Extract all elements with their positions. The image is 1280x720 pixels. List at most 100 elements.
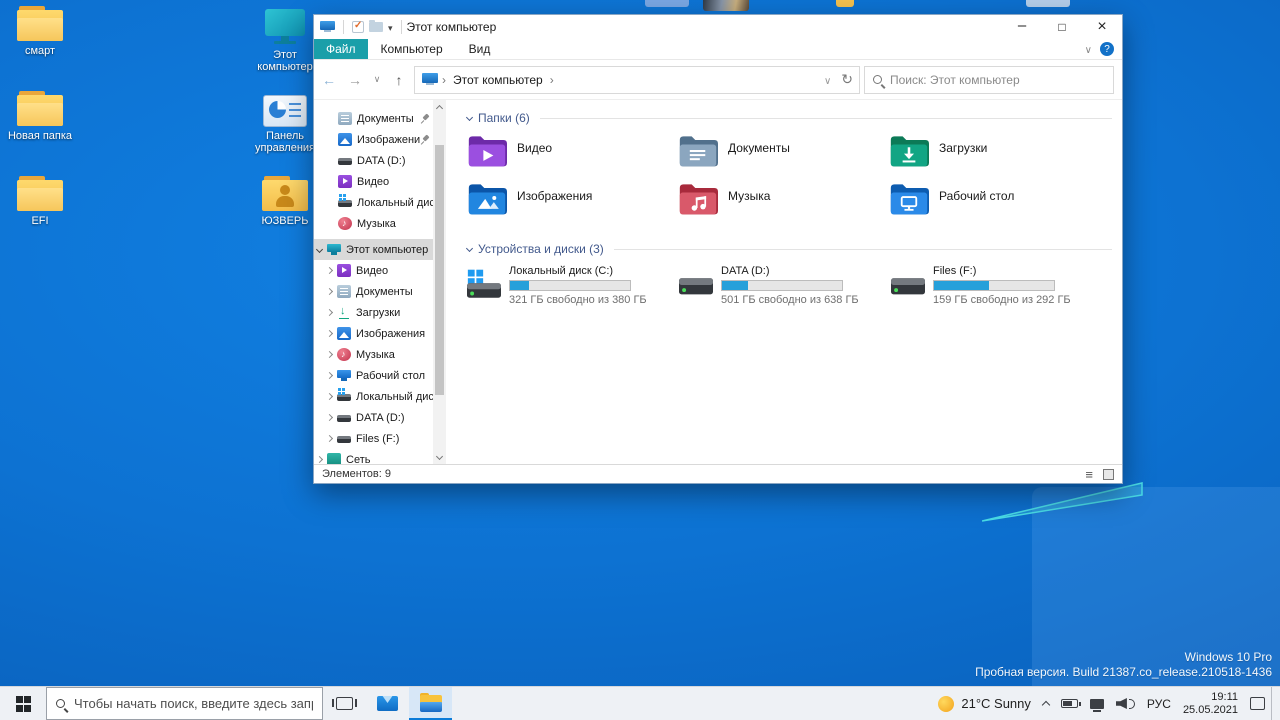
breadcrumb-chevron-icon[interactable] [442, 71, 446, 89]
sidebar-item-music[interactable]: Музыка [314, 213, 433, 234]
back-button[interactable]: ← [318, 69, 340, 91]
desktop-icon-control-panel[interactable]: Панель управления [247, 95, 323, 154]
folder-tile-pictures[interactable]: Изображения [467, 181, 678, 229]
drive-tile-d[interactable]: DATA (D:) 501 ГБ свободно из 638 ГБ [679, 265, 891, 306]
tray-overflow-button[interactable] [1037, 687, 1055, 720]
recent-locations-dropdown[interactable]: ∨ [370, 69, 384, 91]
sidebar-item-pictures[interactable]: Изображени [314, 129, 433, 150]
chevron-right-icon[interactable] [325, 350, 334, 359]
chevron-right-icon[interactable] [325, 308, 334, 317]
folder-tile-downloads[interactable]: Загрузки [889, 133, 1100, 181]
sidebar-item-downloads[interactable]: Загрузки [314, 302, 433, 323]
help-icon[interactable]: ? [1100, 42, 1114, 56]
sidebar-item-videos[interactable]: Видео [314, 171, 433, 192]
sidebar-item-files-f[interactable]: Files (F:) [314, 428, 433, 449]
desktop-icon-this-pc[interactable]: Этот компьютер [247, 8, 323, 73]
explorer-search-box[interactable] [864, 65, 1114, 94]
up-button[interactable]: ↑ [388, 69, 410, 91]
watermark-line1: Windows 10 Pro [1184, 650, 1272, 664]
folder-tile-desktop[interactable]: Рабочий стол [889, 181, 1100, 229]
chevron-right-icon[interactable] [325, 434, 334, 443]
sidebar-item-music[interactable]: Музыка [314, 344, 433, 365]
sidebar-item-this-pc[interactable]: Этот компьютер [314, 239, 433, 260]
item-count: Элементов: 9 [322, 468, 391, 480]
drive-tile-c[interactable]: Локальный диск (C:) 321 ГБ свободно из 3… [467, 265, 679, 306]
scrollbar-down-arrow[interactable] [433, 451, 446, 464]
desktop-icon-efi[interactable]: EFI [2, 176, 78, 227]
desktop-icon-user-folder[interactable]: ЮЗВЕРЬ [247, 176, 323, 227]
sidebar-item-desktop[interactable]: Рабочий стол [314, 365, 433, 386]
chevron-right-icon[interactable] [325, 329, 334, 338]
desktop-icon-new-folder[interactable]: Новая папка [2, 91, 78, 142]
task-view-button[interactable] [323, 687, 366, 720]
folder-tile-videos[interactable]: Видео [467, 133, 678, 181]
chevron-right-icon[interactable] [325, 287, 334, 296]
network-icon [327, 453, 341, 464]
this-pc-icon [422, 73, 438, 86]
explorer-window: Этот компьютер Файл Компьютер Вид ? ← → … [313, 14, 1123, 484]
minimize-button[interactable] [1002, 15, 1042, 39]
address-dropdown-icon[interactable] [824, 71, 831, 89]
desktop-icon-smart[interactable]: смарт [2, 6, 78, 57]
chevron-right-icon[interactable] [325, 371, 334, 380]
search-input[interactable] [890, 72, 1105, 87]
tab-file[interactable]: Файл [314, 39, 368, 59]
computer-icon [262, 8, 308, 46]
chevron-down-icon[interactable] [465, 113, 474, 121]
customize-toolbar-dropdown[interactable] [388, 18, 393, 36]
sidebar-item-data-d[interactable]: DATA (D:) [314, 407, 433, 428]
new-folder-button[interactable] [369, 20, 383, 32]
weather-widget[interactable]: 21°C Sunny [932, 687, 1037, 720]
volume-status[interactable] [1110, 687, 1141, 720]
group-header-folders[interactable]: Папки (6) [465, 110, 1112, 126]
maximize-button[interactable] [1042, 15, 1082, 39]
large-icons-view-button[interactable] [1103, 468, 1114, 480]
scrollbar-up-arrow[interactable] [433, 100, 446, 113]
chevron-right-icon[interactable] [315, 455, 324, 464]
folder-icon [17, 91, 63, 127]
sidebar-item-data-d[interactable]: DATA (D:) [314, 150, 433, 171]
chevron-right-icon[interactable] [325, 392, 334, 401]
sidebar-item-local-disk[interactable]: Локальный дис [314, 192, 433, 213]
breadcrumb-this-pc[interactable]: Этот компьютер [450, 73, 546, 87]
this-pc-icon [320, 20, 335, 34]
folder-tile-documents[interactable]: Документы [678, 133, 889, 181]
chevron-right-icon[interactable] [325, 266, 334, 275]
sidebar-scrollbar[interactable] [433, 100, 446, 464]
tab-view[interactable]: Вид [456, 39, 504, 59]
file-explorer-button[interactable] [409, 687, 452, 720]
taskbar-search-box[interactable] [46, 687, 323, 720]
clock[interactable]: 19:11 25.05.2021 [1177, 687, 1244, 720]
sidebar-item-documents[interactable]: Документы [314, 281, 433, 302]
refresh-icon[interactable] [841, 71, 853, 89]
chevron-down-icon[interactable] [465, 244, 474, 252]
scrollbar-thumb[interactable] [435, 145, 444, 395]
taskbar-search-input[interactable] [74, 696, 313, 711]
action-center-button[interactable] [1244, 687, 1271, 720]
sidebar-item-pictures[interactable]: Изображения [314, 323, 433, 344]
close-button[interactable] [1082, 15, 1122, 39]
chevron-down-icon[interactable] [315, 245, 324, 254]
details-view-button[interactable] [1085, 467, 1093, 482]
show-desktop-button[interactable] [1271, 686, 1276, 720]
folders-grid: Видео Документы Загрузки Изображения Муз… [467, 133, 1112, 229]
network-status[interactable] [1084, 687, 1110, 720]
properties-button[interactable] [352, 20, 364, 33]
chevron-right-icon[interactable] [325, 413, 334, 422]
drive-tile-f[interactable]: Files (F:) 159 ГБ свободно из 292 ГБ [891, 265, 1103, 306]
forward-button[interactable]: → [344, 69, 366, 91]
mail-app-button[interactable] [366, 687, 409, 720]
start-button[interactable] [0, 687, 46, 720]
breadcrumb-chevron-icon[interactable] [550, 71, 554, 89]
tab-computer[interactable]: Компьютер [368, 39, 456, 59]
sidebar-item-network[interactable]: Сеть [314, 449, 433, 464]
sidebar-item-videos[interactable]: Видео [314, 260, 433, 281]
address-bar[interactable]: Этот компьютер [414, 65, 860, 94]
folder-tile-music[interactable]: Музыка [678, 181, 889, 229]
sidebar-item-documents[interactable]: Документы [314, 108, 433, 129]
battery-status[interactable] [1055, 687, 1084, 720]
sidebar-item-local-disk[interactable]: Локальный диск [314, 386, 433, 407]
ribbon-collapse-icon[interactable] [1085, 40, 1092, 58]
language-indicator[interactable]: РУС [1141, 687, 1177, 720]
group-header-devices[interactable]: Устройства и диски (3) [465, 241, 1112, 257]
